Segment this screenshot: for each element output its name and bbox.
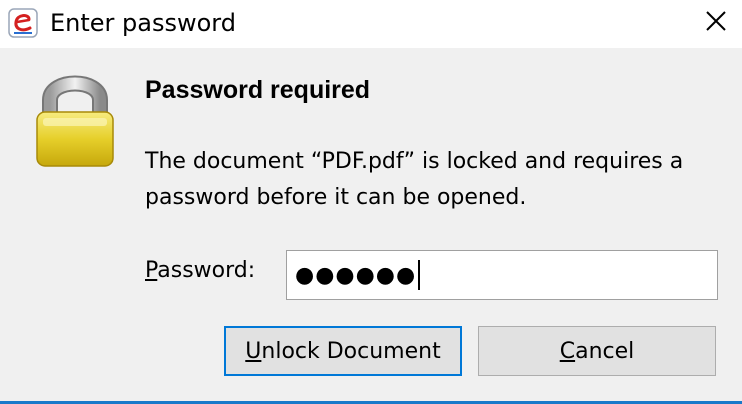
cancel-button-label: ancel (575, 338, 635, 364)
padlock-icon (32, 70, 118, 170)
password-input[interactable]: ●●●●●● (286, 250, 718, 300)
cancel-button-mnemonic: C (559, 338, 576, 364)
close-button[interactable] (690, 0, 742, 46)
cancel-button[interactable]: Cancel (478, 326, 716, 376)
password-label: Password: (145, 258, 255, 283)
dialog-heading: Password required (145, 76, 371, 104)
password-label-text: assword: (157, 258, 256, 283)
window-title: Enter password (50, 9, 236, 37)
text-caret (418, 260, 421, 290)
password-masked-value: ●●●●●● (295, 262, 417, 288)
unlock-button-label: nlock Document (261, 338, 441, 364)
pdf-reader-app-icon (8, 8, 38, 38)
password-dialog: Enter password Password required The doc… (0, 0, 742, 404)
title-bar: Enter password (0, 0, 742, 48)
password-label-mnemonic: P (145, 258, 158, 283)
close-icon (705, 10, 727, 36)
unlock-document-button[interactable]: Unlock Document (224, 326, 462, 376)
unlock-button-mnemonic: U (245, 338, 262, 364)
dialog-message: The document “PDF.pdf” is locked and req… (145, 149, 684, 210)
